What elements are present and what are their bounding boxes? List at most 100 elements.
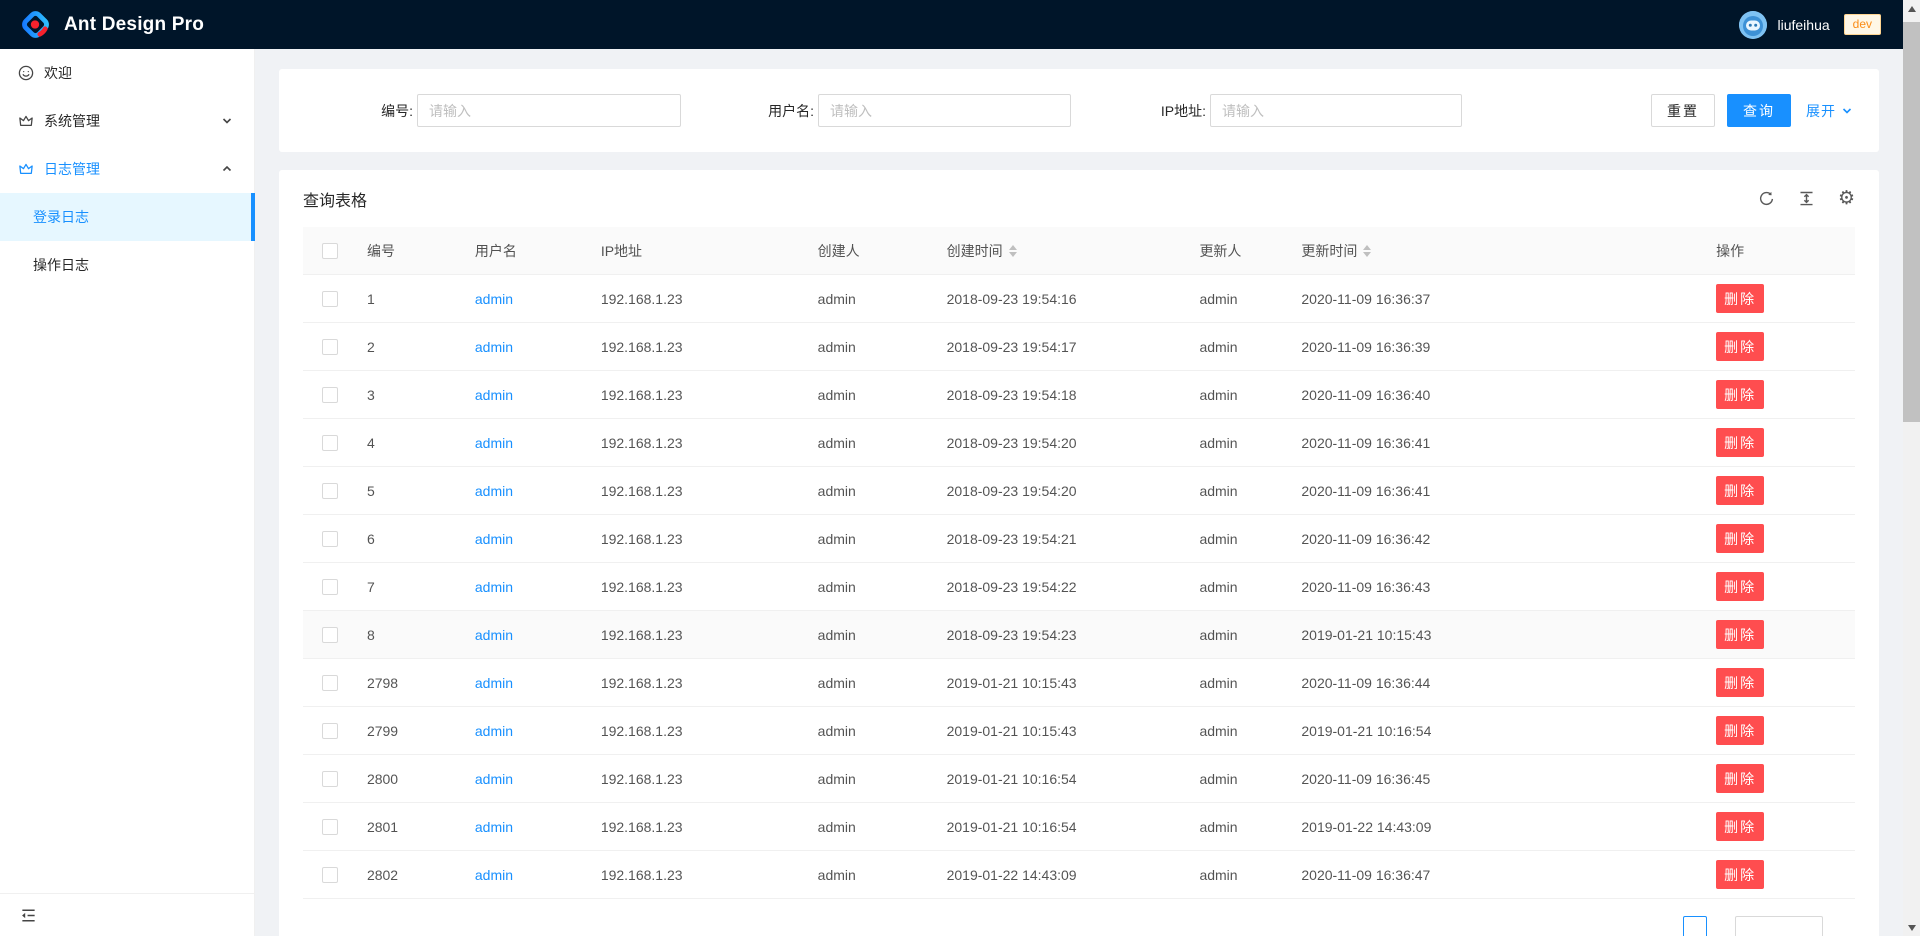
- table-row: 7admin192.168.1.23admin2018-09-23 19:54:…: [303, 563, 1855, 611]
- sidebar-item-login-log[interactable]: 登录日志: [0, 193, 254, 241]
- sidebar-item-log-management[interactable]: 日志管理: [0, 145, 254, 193]
- row-checkbox[interactable]: [322, 579, 338, 595]
- settings-icon[interactable]: ⚙: [1838, 189, 1855, 208]
- username-link[interactable]: admin: [475, 339, 513, 355]
- username-link[interactable]: admin: [475, 723, 513, 739]
- field-username: 用户名:: [739, 94, 1071, 127]
- username-link[interactable]: admin: [475, 627, 513, 643]
- username-link[interactable]: admin: [475, 291, 513, 307]
- sidebar-item-welcome[interactable]: 欢迎: [0, 49, 254, 97]
- row-checkbox[interactable]: [322, 771, 338, 787]
- cell-updated-time: 2020-11-09 16:36:37: [1301, 291, 1716, 307]
- cell-updater: admin: [1199, 867, 1301, 883]
- delete-button[interactable]: 删除: [1716, 668, 1764, 697]
- row-checkbox[interactable]: [322, 435, 338, 451]
- cell-updater: admin: [1199, 483, 1301, 499]
- cell-ip: 192.168.1.23: [601, 675, 818, 691]
- row-checkbox[interactable]: [322, 819, 338, 835]
- username-link[interactable]: admin: [475, 819, 513, 835]
- cell-username: admin: [475, 483, 601, 499]
- table-row: 5admin192.168.1.23admin2018-09-23 19:54:…: [303, 467, 1855, 515]
- menu-fold-icon[interactable]: [20, 907, 37, 924]
- delete-button[interactable]: 删除: [1716, 812, 1764, 841]
- page-size-select[interactable]: [1735, 916, 1823, 936]
- row-checkbox[interactable]: [322, 675, 338, 691]
- row-checkbox[interactable]: [322, 387, 338, 403]
- cell-updated-time: 2020-11-09 16:36:44: [1301, 675, 1716, 691]
- reset-button[interactable]: 重置: [1651, 94, 1715, 127]
- username-input[interactable]: [818, 94, 1071, 127]
- scrollbar-down-arrow[interactable]: [1903, 919, 1920, 936]
- username-link[interactable]: admin: [475, 387, 513, 403]
- cell-actions: 删除: [1716, 716, 1855, 745]
- cell-updater: admin: [1199, 387, 1301, 403]
- delete-button[interactable]: 删除: [1716, 620, 1764, 649]
- column-header-created-time: 创建时间: [947, 241, 1200, 261]
- username-link[interactable]: admin: [475, 771, 513, 787]
- cell-actions: 删除: [1716, 524, 1855, 553]
- expand-toggle[interactable]: 展开: [1806, 101, 1853, 121]
- delete-button[interactable]: 删除: [1716, 476, 1764, 505]
- delete-button[interactable]: 删除: [1716, 716, 1764, 745]
- field-id: 编号:: [339, 94, 681, 127]
- row-checkbox[interactable]: [322, 291, 338, 307]
- cell-username: admin: [475, 819, 601, 835]
- cell-id: 4: [367, 435, 475, 451]
- main-content: 编号: 用户名: IP地址: 重置 查询 展开: [255, 49, 1903, 936]
- cell-actions: 删除: [1716, 812, 1855, 841]
- username-link[interactable]: admin: [475, 531, 513, 547]
- username-link[interactable]: admin: [475, 675, 513, 691]
- column-header-updated-time: 更新时间: [1301, 241, 1716, 261]
- username-link[interactable]: admin: [475, 579, 513, 595]
- row-checkbox[interactable]: [322, 531, 338, 547]
- pagination-active-page[interactable]: [1683, 916, 1707, 936]
- row-select-cell: [303, 819, 367, 835]
- column-height-icon[interactable]: [1798, 190, 1815, 207]
- sorter-icon[interactable]: [1363, 245, 1371, 257]
- query-button[interactable]: 查询: [1727, 94, 1791, 127]
- cell-updated-time: 2020-11-09 16:36:39: [1301, 339, 1716, 355]
- row-checkbox[interactable]: [322, 339, 338, 355]
- sidebar-item-system-management[interactable]: 系统管理: [0, 97, 254, 145]
- sorter-icon[interactable]: [1009, 245, 1017, 257]
- username-link[interactable]: admin: [475, 435, 513, 451]
- field-id-label: 编号:: [339, 101, 413, 121]
- ip-input[interactable]: [1210, 94, 1462, 127]
- row-select-cell: [303, 627, 367, 643]
- scrollbar[interactable]: [1903, 0, 1920, 936]
- cell-creator: admin: [818, 531, 947, 547]
- row-checkbox[interactable]: [322, 627, 338, 643]
- username-link[interactable]: admin: [475, 483, 513, 499]
- row-checkbox[interactable]: [322, 867, 338, 883]
- delete-button[interactable]: 删除: [1716, 764, 1764, 793]
- reload-icon[interactable]: [1758, 190, 1775, 207]
- user-avatar[interactable]: [1739, 11, 1767, 39]
- logo-area[interactable]: Ant Design Pro: [20, 9, 204, 40]
- row-select-cell: [303, 771, 367, 787]
- field-ip-label: IP地址:: [1131, 101, 1206, 121]
- table-row: 2799admin192.168.1.23admin2019-01-21 10:…: [303, 707, 1855, 755]
- id-input[interactable]: [417, 94, 681, 127]
- sidebar-item-label: 日志管理: [44, 159, 100, 179]
- scrollbar-thumb[interactable]: [1903, 22, 1920, 422]
- row-checkbox[interactable]: [322, 723, 338, 739]
- delete-button[interactable]: 删除: [1716, 572, 1764, 601]
- row-checkbox[interactable]: [322, 483, 338, 499]
- delete-button[interactable]: 删除: [1716, 428, 1764, 457]
- scrollbar-up-arrow[interactable]: [1903, 0, 1920, 17]
- username-link[interactable]: admin: [475, 867, 513, 883]
- cell-updated-time: 2019-01-22 14:43:09: [1301, 819, 1716, 835]
- cell-created-time: 2018-09-23 19:54:20: [947, 435, 1200, 451]
- chevron-down-icon: [1841, 105, 1853, 117]
- table-title: 查询表格: [303, 187, 367, 211]
- sidebar-item-operation-log[interactable]: 操作日志: [0, 241, 254, 289]
- select-all-checkbox[interactable]: [322, 243, 338, 259]
- delete-button[interactable]: 删除: [1716, 380, 1764, 409]
- username[interactable]: liufeihua: [1777, 17, 1829, 33]
- cell-ip: 192.168.1.23: [601, 723, 818, 739]
- delete-button[interactable]: 删除: [1716, 284, 1764, 313]
- cell-updated-time: 2020-11-09 16:36:41: [1301, 483, 1716, 499]
- delete-button[interactable]: 删除: [1716, 332, 1764, 361]
- delete-button[interactable]: 删除: [1716, 860, 1764, 889]
- delete-button[interactable]: 删除: [1716, 524, 1764, 553]
